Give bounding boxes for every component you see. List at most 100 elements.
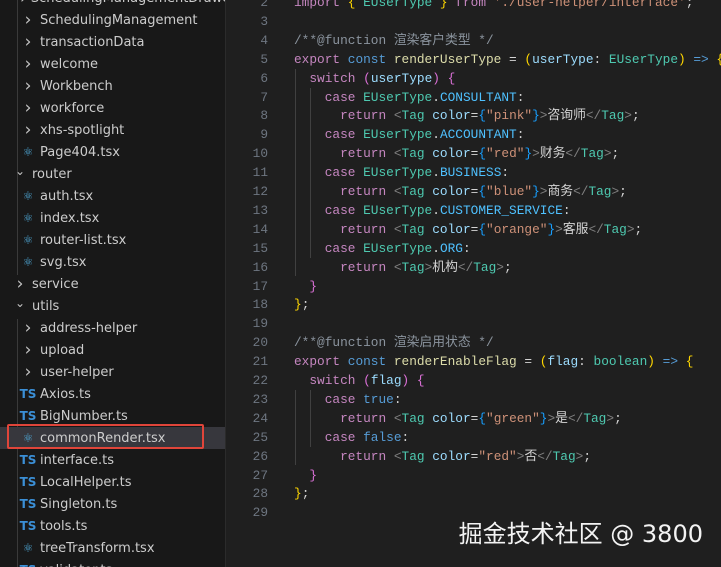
code-token: } xyxy=(294,297,302,313)
code-token: color xyxy=(432,410,471,426)
explorer-item[interactable]: TSvalidator.ts xyxy=(0,559,225,567)
code-token: return xyxy=(294,108,394,124)
explorer-item[interactable]: › transactionData xyxy=(0,31,225,53)
explorer-item-label: index.tsx xyxy=(40,210,100,226)
code-token: } xyxy=(439,0,456,10)
chevron-right-icon: › xyxy=(24,318,32,338)
line-number: 25 xyxy=(252,429,268,445)
typescript-file-icon: TS xyxy=(19,519,37,533)
explorer-item[interactable]: TS Singleton.ts xyxy=(0,493,225,515)
explorer-item-label: workforce xyxy=(40,100,105,116)
explorer-item-label: interface.ts xyxy=(40,452,114,468)
explorer-item[interactable]: › xhs-spotlight xyxy=(0,119,225,141)
code-token: } xyxy=(532,108,540,124)
code-token: < xyxy=(393,184,402,199)
code-line: } xyxy=(294,277,317,296)
code-token: ; xyxy=(634,221,643,237)
code-line: return <Tag color={"green"}>是</Tag>; xyxy=(294,409,622,428)
code-line: export const renderUserType = (userType:… xyxy=(294,50,721,69)
explorer-item[interactable]: › service xyxy=(0,273,225,295)
code-token: const xyxy=(347,51,394,67)
line-number: 29 xyxy=(252,505,268,521)
explorer-item[interactable]: › user-helper xyxy=(0,361,225,383)
explorer-item[interactable]: ⚛ treeTransform.tsx xyxy=(0,537,225,559)
code-token: < xyxy=(393,259,402,275)
explorer-item-label: Workbench xyxy=(40,78,113,94)
code-line: } xyxy=(294,466,317,485)
indent-guide xyxy=(295,389,296,466)
code-token: return xyxy=(294,146,394,162)
code-token: : xyxy=(516,89,525,105)
code-token: import xyxy=(294,0,348,10)
code-line: return <Tag color="red">否</Tag>; xyxy=(294,447,591,466)
code-token: 机构 xyxy=(432,259,458,275)
explorer-item[interactable]: › upload xyxy=(0,339,225,361)
explorer-item[interactable]: › Workbench xyxy=(0,75,225,97)
explorer-item[interactable]: ⚛ index.tsx xyxy=(0,207,225,229)
code-token: EUserType xyxy=(363,202,433,218)
chevron-right-icon: › xyxy=(24,10,32,30)
code-token: { xyxy=(447,70,456,86)
code-token: </ xyxy=(588,221,604,237)
explorer-item[interactable]: ⚛ router-list.tsx xyxy=(0,229,225,251)
explorer-item[interactable]: › SchedulingManagement xyxy=(0,9,225,31)
explorer-item[interactable]: ⚛ svg.tsx xyxy=(0,251,225,273)
code-token: { xyxy=(716,52,721,67)
code-token: case xyxy=(294,429,364,445)
code-token: 否 xyxy=(524,448,538,464)
code-token: color xyxy=(432,448,471,464)
code-token: ) xyxy=(647,354,663,370)
code-token: : xyxy=(578,354,594,370)
code-token: userType xyxy=(370,70,433,86)
code-token: Tag xyxy=(580,146,604,162)
code-token: ORG xyxy=(439,240,463,256)
code-line: switch (userType) { xyxy=(294,69,455,88)
code-token: export xyxy=(294,51,348,67)
chevron-right-icon: › xyxy=(24,32,32,52)
explorer-item-label: address-helper xyxy=(40,320,138,336)
code-token: : xyxy=(462,240,471,256)
explorer-item-label: auth.tsx xyxy=(40,188,94,204)
react-file-icon: ⚛ xyxy=(22,211,34,225)
line-number: 24 xyxy=(252,410,268,426)
code-token: false xyxy=(363,429,402,445)
react-file-icon: ⚛ xyxy=(22,145,34,159)
code-line: case EUserType.ORG: xyxy=(294,239,471,258)
line-number: 12 xyxy=(252,184,268,199)
code-line: switch (flag) { xyxy=(294,371,424,390)
explorer-item[interactable]: › SchedulingManagementDrawer xyxy=(0,0,225,9)
chevron-right-icon: › xyxy=(24,120,32,140)
code-token: . xyxy=(432,240,440,256)
explorer-item[interactable]: › workforce xyxy=(0,97,225,119)
code-token: Tag xyxy=(401,221,433,237)
explorer-item[interactable]: TS tools.ts xyxy=(0,515,225,537)
code-line: /**@function 渲染启用状态 */ xyxy=(294,333,494,352)
explorer-item[interactable]: ⌄ utils xyxy=(0,295,225,317)
code-line: }; xyxy=(294,295,309,314)
code-token: => xyxy=(662,354,686,370)
line-number: 19 xyxy=(252,316,268,332)
explorer-item[interactable]: › address-helper xyxy=(0,317,225,339)
code-token: switch xyxy=(294,70,364,86)
explorer-item[interactable]: TS interface.ts xyxy=(0,449,225,471)
code-token: color xyxy=(432,108,471,124)
indent-guide xyxy=(295,68,296,277)
chevron-right-icon: › xyxy=(24,362,32,382)
code-token: case xyxy=(294,127,364,143)
explorer-item[interactable]: ⚛ Page404.tsx xyxy=(0,141,225,163)
explorer-item[interactable]: › welcome xyxy=(0,53,225,75)
explorer-item[interactable]: TS Axios.ts xyxy=(0,383,225,405)
line-number: 17 xyxy=(252,278,268,294)
code-token: userType xyxy=(532,51,594,67)
code-token: ; xyxy=(301,297,310,313)
explorer-item[interactable]: ⌄ router xyxy=(0,163,225,185)
code-token: Tag xyxy=(401,184,433,199)
code-editor[interactable]: 2 import { EUserType } from './user-helpe… xyxy=(226,0,721,567)
explorer-item-label: welcome xyxy=(40,56,99,72)
code-line: case EUserType.CONSULTANT: xyxy=(294,88,525,107)
code-token: ; xyxy=(685,0,694,10)
code-token: Tag xyxy=(588,184,612,199)
explorer-item[interactable]: TS LocalHelper.ts xyxy=(0,471,225,493)
explorer-item[interactable]: ⚛ auth.tsx xyxy=(0,185,225,207)
indent-guide xyxy=(310,389,311,447)
